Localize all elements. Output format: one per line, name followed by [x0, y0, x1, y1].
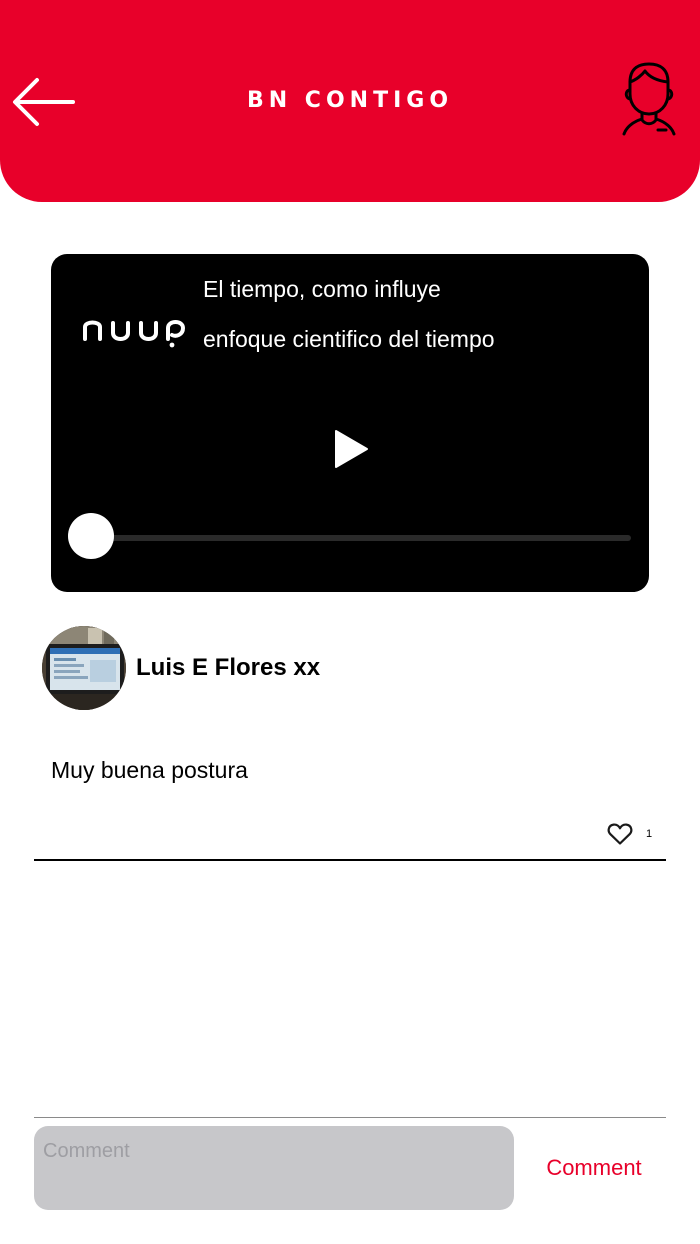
- video-player[interactable]: El tiempo, como influye enfoque cientifi…: [51, 254, 649, 592]
- profile-button[interactable]: [618, 60, 680, 138]
- app-title: BN CONTIGO: [246, 88, 454, 113]
- nuup-logo: [83, 320, 186, 348]
- like-count: 1: [646, 828, 653, 840]
- comment-divider: [34, 859, 666, 861]
- progress-thumb[interactable]: [68, 513, 114, 559]
- app-header: BN CONTIGO: [0, 0, 700, 202]
- heart-outline-icon: [607, 823, 633, 845]
- play-icon[interactable]: [327, 426, 373, 472]
- user-profile-icon: [622, 62, 676, 136]
- comment-input[interactable]: [34, 1126, 514, 1210]
- progress-track[interactable]: [91, 535, 631, 541]
- video-title: El tiempo, como influye: [203, 276, 441, 302]
- composer-divider: [34, 1117, 666, 1118]
- comment-text: Muy buena postura: [51, 757, 248, 783]
- comment-author: Luis E Flores xx: [136, 654, 321, 681]
- comment-submit-button[interactable]: Comment: [534, 1153, 654, 1183]
- avatar: [42, 626, 126, 710]
- video-subtitle: enfoque cientifico del tiempo: [203, 326, 495, 352]
- like-button[interactable]: [607, 822, 633, 846]
